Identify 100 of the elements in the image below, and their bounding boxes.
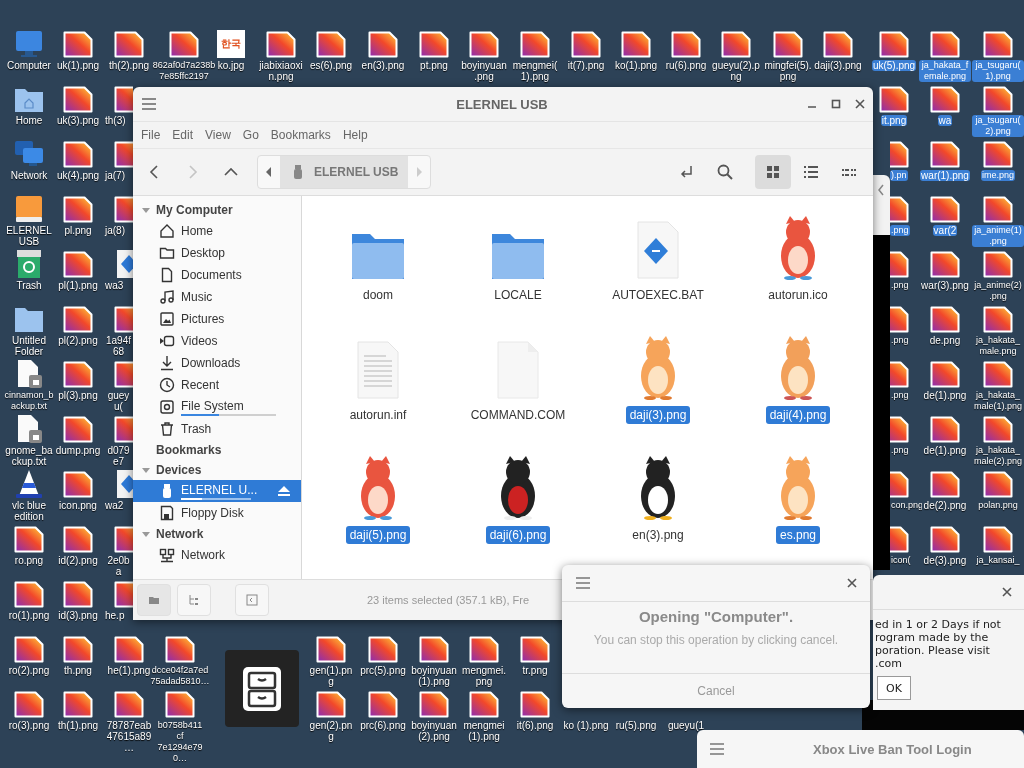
image-file-icon[interactable]	[930, 470, 960, 498]
sidebar-item[interactable]: File System	[133, 396, 301, 418]
sidebar-item[interactable]: Videos	[133, 330, 301, 352]
sidebar-item[interactable]: Home	[133, 220, 301, 242]
file-name[interactable]: COMMAND.COM	[466, 406, 570, 424]
icon-label[interactable]: it.png	[880, 115, 908, 126]
file-name[interactable]: AUTOEXEC.BAT	[608, 286, 708, 304]
icon-label[interactable]: it(6).png	[515, 720, 555, 731]
image-file-icon[interactable]	[14, 525, 44, 553]
image-file-icon[interactable]	[983, 140, 1013, 168]
icon-label[interactable]: es(6).png	[308, 60, 354, 71]
image-file-icon[interactable]	[14, 690, 44, 718]
image-file-icon[interactable]	[469, 30, 499, 58]
image-file-icon[interactable]	[930, 250, 960, 278]
image-file-icon[interactable]	[469, 690, 499, 718]
icon-label[interactable]: .png	[890, 335, 910, 346]
image-file-icon[interactable]	[983, 525, 1013, 553]
locked-file-icon[interactable]	[15, 414, 43, 444]
file-name[interactable]: autorun.inf	[345, 406, 411, 424]
sidebar-item[interactable]: Downloads	[133, 352, 301, 374]
sidebar-item[interactable]: Music	[133, 286, 301, 308]
icon-label[interactable]: ro(3).png	[7, 720, 51, 731]
image-file-icon[interactable]	[930, 85, 960, 113]
sidebar-item[interactable]: Network	[133, 544, 301, 566]
icon-label[interactable]: ko (1).png	[562, 720, 610, 731]
icon-label[interactable]: gnome_backup.txt	[3, 445, 55, 467]
icon-label[interactable]: de(1).png	[922, 445, 968, 456]
icon-label[interactable]: wa3	[104, 280, 125, 291]
icon-label[interactable]: .png	[890, 280, 910, 291]
icon-label[interactable]: icon(	[890, 555, 912, 566]
menu-item[interactable]: Help	[336, 128, 374, 142]
image-file-icon[interactable]	[114, 30, 144, 58]
menu-icon[interactable]	[141, 97, 157, 111]
close-icon[interactable]	[1002, 587, 1012, 597]
expanded-arrow-icon[interactable]	[141, 205, 151, 215]
icon-label[interactable]: 1a94f68	[104, 335, 133, 357]
icon-label[interactable]: polan.png	[977, 500, 1019, 511]
places-toggle-button[interactable]	[137, 584, 171, 616]
image-file-icon[interactable]	[930, 305, 960, 333]
icon-label[interactable]: ko(1).png	[613, 60, 659, 71]
icon-label[interactable]: prc(5).png	[359, 665, 407, 676]
icon-label[interactable]: de(3).png	[922, 555, 968, 566]
trash-icon[interactable]	[15, 249, 43, 279]
eject-icon[interactable]	[277, 484, 291, 498]
icon-label[interactable]: mengmei(1).png	[510, 60, 560, 82]
locked-file-icon[interactable]	[15, 359, 43, 389]
image-file-icon[interactable]	[368, 690, 398, 718]
sidebar-item[interactable]: Pictures	[133, 308, 301, 330]
image-thumbnail[interactable]: 한국	[217, 30, 245, 58]
icon-label[interactable]: ).pn	[890, 170, 908, 181]
image-file-icon[interactable]	[930, 140, 960, 168]
image-file-icon[interactable]	[983, 250, 1013, 278]
icon-label[interactable]: gen(1).png	[306, 665, 356, 687]
image-file-icon[interactable]	[520, 690, 550, 718]
image-file-icon[interactable]	[63, 140, 93, 168]
grid-view-button[interactable]	[755, 155, 791, 189]
icon-label[interactable]: ja_hakata_male(2).png	[972, 445, 1024, 467]
image-file-icon[interactable]	[63, 635, 93, 663]
image-file-icon[interactable]	[983, 30, 1013, 58]
icon-label[interactable]: th(3)	[104, 115, 127, 126]
icon-label[interactable]: wa2	[104, 500, 125, 511]
image-file-icon[interactable]	[930, 415, 960, 443]
sidebar-item[interactable]: Recent	[133, 374, 301, 396]
icon-label[interactable]: ru(5).png	[614, 720, 658, 731]
icon-label[interactable]: Computer	[6, 60, 52, 71]
image-file-icon[interactable]	[63, 30, 93, 58]
image-file-icon[interactable]	[165, 635, 195, 663]
icon-label[interactable]: mingfei(5).png	[763, 60, 813, 82]
icon-label[interactable]: he(1).png	[106, 665, 152, 676]
icon-label[interactable]: ja(7)	[104, 170, 126, 181]
icon-label[interactable]: ja_hakata_male(1).png	[972, 390, 1024, 412]
sidebar-item[interactable]: Documents	[133, 264, 301, 286]
image-file-icon[interactable]	[63, 690, 93, 718]
icon-label[interactable]: 2e0ba	[104, 555, 133, 577]
icon-label[interactable]: war(3).png	[920, 280, 970, 291]
menu-item[interactable]: View	[199, 128, 237, 142]
image-file-icon[interactable]	[63, 470, 93, 498]
image-file-icon[interactable]	[165, 690, 195, 718]
folder-icon[interactable]	[14, 305, 44, 333]
icon-label[interactable]: wa	[937, 115, 953, 126]
file-name[interactable]: doom	[359, 286, 397, 304]
file-cabinet-icon[interactable]	[241, 664, 283, 713]
icon-label[interactable]: .png	[890, 225, 910, 236]
file-name[interactable]: daji(3).png	[625, 406, 691, 424]
image-file-icon[interactable]	[930, 30, 960, 58]
image-file-icon[interactable]	[169, 30, 199, 58]
icon-label[interactable]: boyinyuan(1).png	[409, 665, 459, 687]
image-file-icon[interactable]	[621, 30, 651, 58]
image-file-icon[interactable]	[63, 580, 93, 608]
image-file-icon[interactable]	[671, 30, 701, 58]
expanded-arrow-icon[interactable]	[141, 529, 151, 539]
image-file-icon[interactable]	[469, 635, 499, 663]
image-file-icon[interactable]	[316, 635, 346, 663]
image-file-icon[interactable]	[930, 360, 960, 388]
image-file-icon[interactable]	[520, 635, 550, 663]
icon-label[interactable]: 78787eab 47615a89…	[104, 720, 154, 753]
image-file-icon[interactable]	[63, 85, 93, 113]
image-file-icon[interactable]	[930, 195, 960, 223]
image-file-icon[interactable]	[114, 690, 144, 718]
cone-icon[interactable]	[14, 469, 44, 499]
